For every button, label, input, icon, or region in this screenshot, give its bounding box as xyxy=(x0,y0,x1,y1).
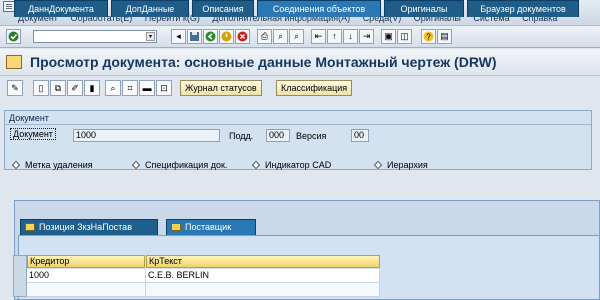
cancel-icon[interactable] xyxy=(235,29,250,44)
tab-additional-data[interactable]: ДопДанные xyxy=(111,0,189,17)
table-row[interactable]: 1000 C.E.B. BERLIN xyxy=(13,269,380,283)
column-header-vendor[interactable]: Кредитор xyxy=(27,255,145,268)
shortcut-icon[interactable]: ◫ xyxy=(397,29,412,44)
tab-document-browser[interactable]: Браузер документов xyxy=(467,0,579,17)
vendor-text-cell[interactable] xyxy=(146,283,380,297)
back-icon[interactable]: ◂ xyxy=(171,29,186,44)
document-icon[interactable] xyxy=(6,55,22,69)
deletion-flag-indicator: Метка удаления xyxy=(5,160,93,170)
table-row[interactable] xyxy=(13,283,380,297)
new-document-icon[interactable]: ▯ xyxy=(33,80,49,96)
object-links-icon[interactable]: ⊡ xyxy=(156,80,172,96)
last-page-icon[interactable]: ⇥ xyxy=(359,29,374,44)
change-icon[interactable]: ✐ xyxy=(67,80,83,96)
find-next-icon[interactable]: ⌕ xyxy=(289,29,304,44)
subdocument-label: Подд. xyxy=(229,131,254,141)
find-icon[interactable]: ⌕ xyxy=(273,29,288,44)
version-field[interactable]: 00 xyxy=(351,129,369,142)
structure-icon[interactable]: ⌗ xyxy=(122,80,138,96)
vendor-cell[interactable] xyxy=(27,283,146,297)
layout-icon[interactable]: ▤ xyxy=(437,29,452,44)
help-icon[interactable]: ? xyxy=(421,29,436,44)
group-divider xyxy=(5,124,591,125)
document-number-field[interactable]: 1000 xyxy=(73,129,220,142)
vendor-icon xyxy=(171,223,181,231)
column-header-vendor-text[interactable]: КрТекст xyxy=(146,255,380,268)
standard-toolbar: ▾ ◂ ⎙ ⌕ ⌕ ⇤ ↑ ↓ ⇥ ▣ ◫ ? ▤ xyxy=(0,26,600,48)
command-field[interactable]: ▾ xyxy=(33,30,157,43)
prev-page-icon[interactable]: ↑ xyxy=(327,29,342,44)
command-input[interactable] xyxy=(34,31,144,42)
tab-document-data[interactable]: ДаннДокумента xyxy=(14,0,108,17)
print-icon[interactable]: ⎙ xyxy=(257,29,272,44)
exit-icon[interactable] xyxy=(219,29,234,44)
save-icon[interactable] xyxy=(187,29,202,44)
first-page-icon[interactable]: ⇤ xyxy=(311,29,326,44)
deletion-flag-checkbox xyxy=(11,160,21,170)
cad-checkbox xyxy=(251,160,261,170)
status-log-button[interactable]: Журнал статусов xyxy=(180,80,262,96)
page-title: Просмотр документа: основные данные Монт… xyxy=(30,54,497,70)
new-session-icon[interactable]: ▣ xyxy=(381,29,396,44)
display-icon[interactable]: ▮ xyxy=(84,80,100,96)
svg-text:?: ? xyxy=(426,33,431,42)
subdocument-field[interactable]: 000 xyxy=(266,129,290,142)
version-label: Версия xyxy=(296,131,327,141)
title-bar: Просмотр документа: основные данные Монт… xyxy=(0,49,600,76)
document-group: Документ Документ 1000 Подд. 000 Версия … xyxy=(4,110,592,170)
tab-originals[interactable]: Оригиналы xyxy=(384,0,464,17)
po-item-icon xyxy=(25,223,35,231)
folder-icon[interactable]: ▬ xyxy=(139,80,155,96)
doc-spec-checkbox xyxy=(131,160,141,170)
document-label: Документ xyxy=(10,128,56,140)
subtab-po-item[interactable]: Позиция ЗкзНаПостав xyxy=(20,219,158,235)
hierarchy-indicator: Иерархия xyxy=(367,160,428,170)
tab-descriptions[interactable]: Описания xyxy=(192,0,254,17)
vendor-cell[interactable]: 1000 xyxy=(27,269,146,283)
application-toolbar: ✎ ▯ ⧉ ✐ ▮ ⌕ ⌗ ▬ ⊡ Журнал статусов Класси… xyxy=(0,77,600,99)
command-history-dropdown[interactable]: ▾ xyxy=(146,32,155,41)
vendor-text-cell[interactable]: C.E.B. BERLIN xyxy=(146,269,380,283)
doc-spec-indicator: Спецификация док. xyxy=(125,160,227,170)
zoom-icon[interactable]: ⌕ xyxy=(105,80,121,96)
tab-object-links[interactable]: Соединения объектов xyxy=(257,0,381,17)
group-title: Документ xyxy=(9,113,49,123)
copy-document-icon[interactable]: ⧉ xyxy=(50,80,66,96)
hierarchy-checkbox xyxy=(373,160,383,170)
check-icon[interactable] xyxy=(6,29,21,44)
cad-indicator: Индикатор CAD xyxy=(245,160,331,170)
subtab-vendor[interactable]: Поставщик xyxy=(166,219,256,235)
back-nav-icon[interactable] xyxy=(203,29,218,44)
next-page-icon[interactable]: ↓ xyxy=(343,29,358,44)
edit-pencil-icon[interactable]: ✎ xyxy=(7,80,23,96)
classification-button[interactable]: Классификация xyxy=(276,80,353,96)
